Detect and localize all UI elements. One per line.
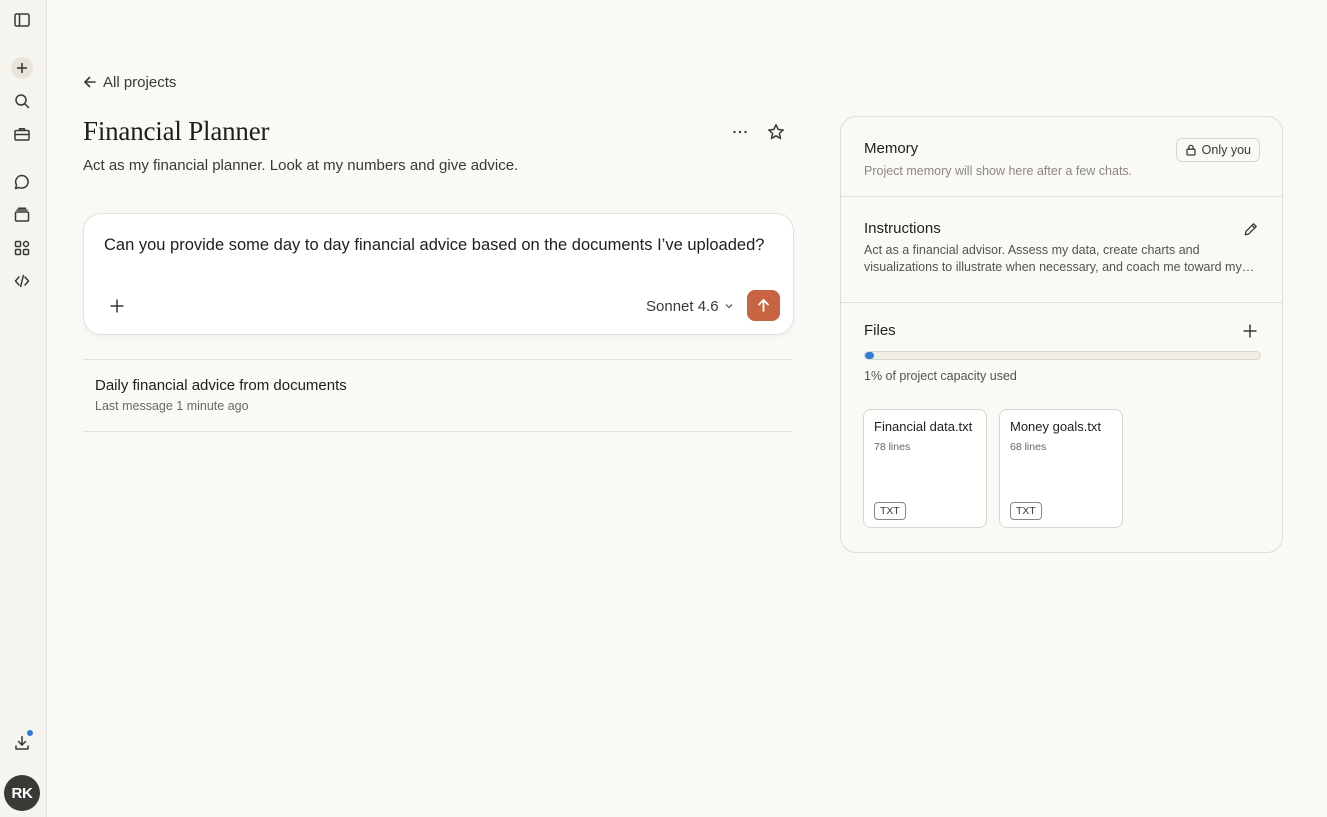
chat-title: Daily financial advice from documents [95,377,347,394]
divider [841,302,1282,303]
title-actions [728,120,788,144]
sidebar-toggle-icon[interactable] [10,8,34,32]
file-line-count: 78 lines [874,441,911,453]
instructions-heading: Instructions [864,220,941,237]
arrow-left-icon [84,76,96,88]
star-icon [768,124,784,140]
back-label: All projects [103,73,177,91]
plus-icon [17,63,27,73]
project-description: Act as my financial planner. Look at my … [83,157,519,174]
model-label: Sonnet 4.6 [646,297,719,315]
model-selector[interactable]: Sonnet 4.6 [646,295,734,317]
instructions-text: Act as a financial advisor. Assess my da… [864,243,1255,274]
list-item[interactable]: Daily financial advice from documents La… [83,360,792,432]
edit-instructions-button[interactable] [1240,219,1260,239]
capacity-bar-fill [865,352,874,359]
file-type-badge: TXT [874,502,906,520]
chat-list: Daily financial advice from documents La… [83,359,792,432]
memory-heading: Memory [864,140,919,157]
file-card[interactable]: Money goals.txt 68 lines TXT [999,409,1123,528]
file-name: Financial data.txt [874,419,973,434]
stack-icon[interactable] [10,203,34,227]
avatar[interactable]: RK [4,775,40,811]
pencil-icon [1244,222,1257,235]
sidebar-rail: RK [0,0,47,817]
visibility-badge[interactable]: Only you [1175,138,1260,162]
search-icon[interactable] [10,89,34,113]
briefcase-icon[interactable] [10,122,34,146]
chat-timestamp: Last message 1 minute ago [95,399,249,413]
divider [841,196,1282,197]
capacity-bar [864,351,1261,360]
lock-icon [1186,144,1196,156]
file-name: Money goals.txt [1010,419,1102,434]
more-options-button[interactable] [728,120,752,144]
plus-icon [1243,324,1257,338]
file-type-badge: TXT [1010,502,1042,520]
plus-icon [110,299,124,313]
back-to-projects-link[interactable]: All projects [83,72,176,92]
message-input[interactable]: Can you provide some day to day financia… [104,236,777,255]
page-title: Financial Planner [83,116,270,146]
add-file-button[interactable] [1240,321,1260,341]
new-chat-button[interactable] [11,57,33,79]
notification-dot [26,729,34,737]
file-line-count: 68 lines [1010,441,1047,453]
send-button[interactable] [747,290,780,321]
chat-bubble-icon[interactable] [10,170,34,194]
chat-composer: Can you provide some day to day financia… [83,213,794,335]
apps-icon[interactable] [10,236,34,260]
capacity-label: 1% of project capacity used [864,369,1017,383]
files-heading: Files [864,322,896,339]
file-card[interactable]: Financial data.txt 78 lines TXT [863,409,987,528]
visibility-label: Only you [1201,143,1251,157]
ellipsis-icon [733,130,747,134]
memory-subtitle: Project memory will show here after a fe… [864,164,1133,178]
attach-button[interactable] [106,295,128,317]
arrow-up-icon [758,299,769,312]
favorite-button[interactable] [764,120,788,144]
chevron-down-icon [725,304,733,309]
code-icon[interactable] [10,269,34,293]
project-knowledge-panel: Memory Only you Project memory will show… [840,116,1283,553]
